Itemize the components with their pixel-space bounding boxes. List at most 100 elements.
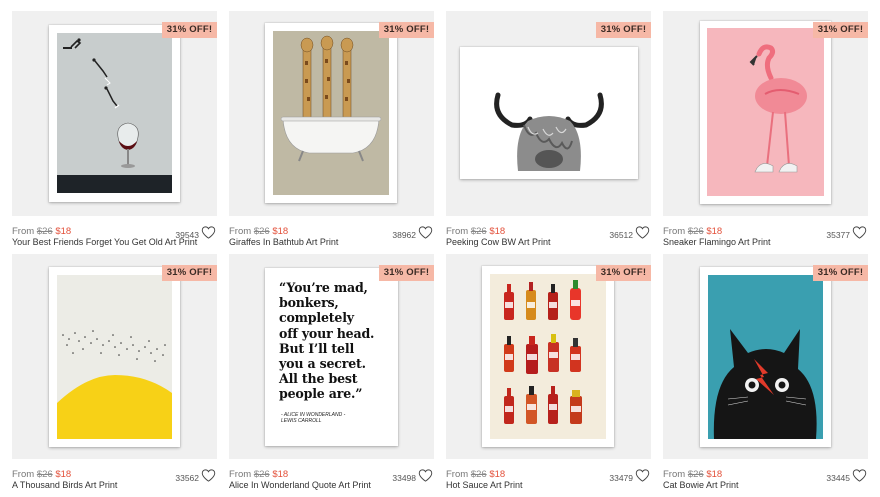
heart-icon[interactable]: [418, 225, 433, 240]
price: From $26 $18: [663, 469, 722, 480]
product-title[interactable]: A Thousand Birds Art Print: [12, 480, 117, 490]
heart-icon[interactable]: [852, 225, 867, 240]
product-title[interactable]: Peeking Cow BW Art Print: [446, 237, 551, 247]
product-info: From $26 $18 Giraffes In Bathtub Art Pri…: [229, 216, 434, 254]
framed-print: [700, 21, 831, 204]
favorite-count: 33479: [609, 473, 633, 483]
product-image-link[interactable]: 31% OFF! “You’re mad, bonkers, completel…: [229, 254, 434, 459]
from-label: From: [12, 226, 35, 237]
product-card: 31% OFF!: [12, 254, 217, 497]
from-label: From: [12, 469, 35, 480]
favorite-count: 36512: [609, 230, 633, 240]
product-info: From $26 $18 Cat Bowie Art Print 33445: [663, 459, 868, 497]
product-info: From $26 $18 Sneaker Flamingo Art Print …: [663, 216, 868, 254]
sale-price: $18: [272, 469, 289, 480]
heart-icon[interactable]: [635, 468, 650, 483]
artwork-image: [57, 33, 172, 193]
heart-icon[interactable]: [635, 225, 650, 240]
artwork-image: [708, 275, 823, 439]
sale-price: $18: [489, 226, 506, 237]
price: From $26 $18: [446, 469, 505, 480]
product-image-link[interactable]: 31% OFF!: [12, 254, 217, 459]
discount-badge: 31% OFF!: [813, 22, 868, 38]
original-price: $26: [470, 226, 487, 237]
product-title[interactable]: Your Best Friends Forget You Get Old Art…: [12, 237, 197, 247]
framed-print: [482, 266, 614, 447]
product-image-link[interactable]: 31% OFF!: [663, 11, 868, 216]
from-label: From: [663, 226, 686, 237]
from-label: From: [663, 469, 686, 480]
product-title[interactable]: Giraffes In Bathtub Art Print: [229, 237, 338, 247]
quote-attribution: - ALICE IN WONDERLAND - LEWIS CARROLL: [281, 411, 346, 424]
from-label: From: [446, 469, 469, 480]
heart-icon[interactable]: [201, 468, 216, 483]
discount-badge: 31% OFF!: [162, 22, 217, 38]
product-card: 31% OFF!: [446, 254, 651, 497]
sale-price: $18: [55, 469, 72, 480]
framed-print: “You’re mad, bonkers, completely off you…: [265, 268, 398, 446]
framed-print: [49, 25, 180, 202]
discount-badge: 31% OFF!: [379, 22, 434, 38]
product-card: 31% OFF!: [12, 11, 217, 254]
heart-icon[interactable]: [852, 468, 867, 483]
sale-price: $18: [272, 226, 289, 237]
product-info: From $26 $18 Hot Sauce Art Print 33479: [446, 459, 651, 497]
favorite-count: 33562: [175, 473, 199, 483]
product-image-link[interactable]: 31% OFF!: [446, 11, 651, 216]
heart-icon[interactable]: [201, 225, 216, 240]
product-info: From $26 $18 Peeking Cow BW Art Print 36…: [446, 216, 651, 254]
artwork-image: [273, 31, 389, 195]
product-image-link[interactable]: 31% OFF!: [12, 11, 217, 216]
discount-badge: 31% OFF!: [596, 265, 651, 281]
price: From $26 $18: [663, 226, 722, 237]
framed-print: [49, 267, 180, 447]
product-image-link[interactable]: 31% OFF!: [229, 11, 434, 216]
favorite-count: 33498: [392, 473, 416, 483]
product-title[interactable]: Cat Bowie Art Print: [663, 480, 739, 490]
product-title[interactable]: Alice In Wonderland Quote Art Print: [229, 480, 371, 490]
favorite-count: 38962: [392, 230, 416, 240]
favorite-count: 35377: [826, 230, 850, 240]
price: From $26 $18: [446, 226, 505, 237]
original-price: $26: [687, 469, 704, 480]
product-card: 31% OFF! From $26 $18 Cat Bowie Art Prin…: [663, 254, 868, 497]
from-label: From: [229, 226, 252, 237]
product-title[interactable]: Hot Sauce Art Print: [446, 480, 523, 490]
product-card: 31% OFF!: [229, 11, 434, 254]
product-card: 31% OFF! “You’re mad, bonkers, completel…: [229, 254, 434, 497]
price: From $26 $18: [229, 469, 288, 480]
price: From $26 $18: [12, 226, 71, 237]
discount-badge: 31% OFF!: [596, 22, 651, 38]
price: From $26 $18: [12, 469, 71, 480]
heart-icon[interactable]: [418, 468, 433, 483]
product-card: 31% OFF! From $26 $18 Sneaker Flamingo A…: [663, 11, 868, 254]
sale-price: $18: [489, 469, 506, 480]
product-info: From $26 $18 Alice In Wonderland Quote A…: [229, 459, 434, 497]
original-price: $26: [36, 469, 53, 480]
quote-text: “You’re mad, bonkers, completely off you…: [279, 280, 375, 402]
artwork-image: [468, 55, 630, 171]
discount-badge: 31% OFF!: [379, 265, 434, 281]
artwork-image: [490, 274, 606, 439]
from-label: From: [229, 469, 252, 480]
original-price: $26: [36, 226, 53, 237]
original-price: $26: [253, 469, 270, 480]
product-image-link[interactable]: 31% OFF!: [446, 254, 651, 459]
price: From $26 $18: [229, 226, 288, 237]
discount-badge: 31% OFF!: [162, 265, 217, 281]
sale-price: $18: [55, 226, 72, 237]
product-card: 31% OFF! From $26 $18 Peeking Cow BW Art…: [446, 11, 651, 254]
product-title[interactable]: Sneaker Flamingo Art Print: [663, 237, 771, 247]
product-grid: 31% OFF! From $26 $18 Your Best Friends …: [12, 11, 868, 497]
artwork-image: [57, 275, 172, 439]
product-info: From $26 $18 Your Best Friends Forget Yo…: [12, 216, 217, 254]
original-price: $26: [253, 226, 270, 237]
product-image-link[interactable]: 31% OFF!: [663, 254, 868, 459]
framed-print: [265, 23, 397, 203]
from-label: From: [446, 226, 469, 237]
favorite-count: 33445: [826, 473, 850, 483]
original-price: $26: [470, 469, 487, 480]
artwork-image: [707, 28, 824, 196]
discount-badge: 31% OFF!: [813, 265, 868, 281]
original-price: $26: [687, 226, 704, 237]
